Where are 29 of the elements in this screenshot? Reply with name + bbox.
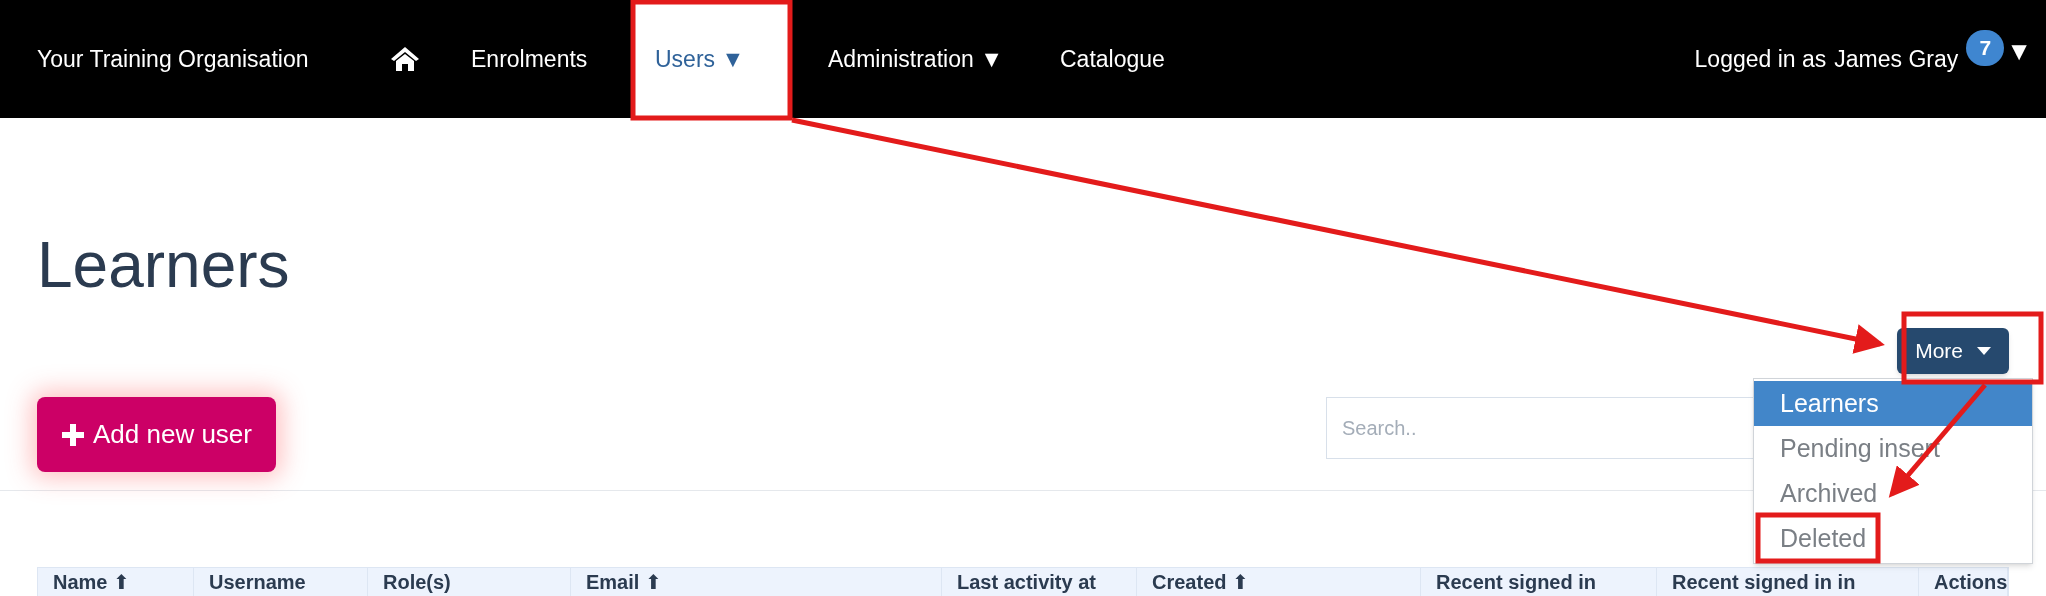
sort-icon[interactable]: ⬆ <box>113 571 131 593</box>
user-menu[interactable]: James Gray <box>1834 41 1959 77</box>
menu-item[interactable]: Deleted <box>1754 516 2032 561</box>
nav-link[interactable]: Enrolments <box>471 0 605 118</box>
menu-item[interactable]: Archived <box>1754 471 2032 516</box>
home-icon <box>390 46 420 72</box>
menu-item[interactable]: Learners <box>1754 381 2032 426</box>
logged-in-label: Logged in as <box>1694 44 1827 74</box>
notification-count: 7 <box>1966 30 2005 66</box>
column-header[interactable]: Username <box>209 571 306 593</box>
user-menu-caret[interactable]: ▼ <box>2006 31 2032 71</box>
page-title: Learners <box>37 228 291 302</box>
brand-link[interactable]: Your Training Organisation <box>37 41 385 77</box>
column-header[interactable]: Actions <box>1934 571 2008 593</box>
sort-icon[interactable]: ⬆ <box>1232 571 1250 593</box>
nav-menu[interactable]: Administration ▼ <box>806 0 1032 118</box>
column-header[interactable]: Last activity at <box>957 571 1096 593</box>
column-header[interactable]: Name <box>53 571 108 593</box>
plus-icon <box>61 422 85 447</box>
column-header[interactable]: Role(s) <box>383 571 451 593</box>
nav-link[interactable]: Catalogue <box>1060 0 1200 118</box>
column-header[interactable]: Created <box>1152 571 1227 593</box>
sort-icon[interactable]: ⬆ <box>645 571 663 593</box>
add-user-button[interactable]: Add new user <box>37 397 276 472</box>
more-button[interactable]: More <box>1897 328 2009 374</box>
column-header[interactable]: Recent signed in in <box>1672 571 1856 593</box>
caret-down-icon <box>1977 347 1991 355</box>
column-header[interactable]: Email <box>586 571 640 593</box>
column-header[interactable]: Recent signed in <box>1436 571 1597 593</box>
